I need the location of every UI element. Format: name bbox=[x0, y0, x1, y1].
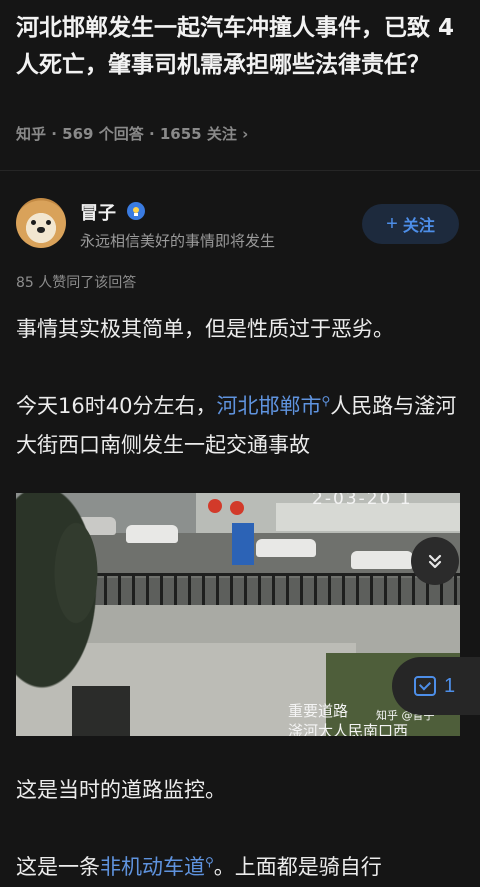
chevron-double-down-icon bbox=[428, 554, 442, 569]
author-bio: 永远相信美好的事情即将发生 bbox=[80, 232, 276, 250]
badge-icon bbox=[127, 202, 145, 220]
question-title[interactable]: 河北邯郸发生一起汽车冲撞人事件，已致 4 人死亡，肇事司机需承担哪些法律责任？ bbox=[16, 10, 464, 84]
collapse-button[interactable] bbox=[411, 537, 459, 585]
term-link[interactable]: 非机动车道⚲ bbox=[100, 855, 214, 879]
follower-count: 1655 关注 bbox=[159, 125, 237, 143]
avatar[interactable] bbox=[16, 198, 66, 248]
avatar-nose bbox=[37, 227, 45, 233]
collect-icon bbox=[414, 676, 436, 696]
location-link[interactable]: 河北邯郸市⚲ bbox=[216, 394, 330, 418]
follow-label: 关注 bbox=[402, 218, 435, 235]
answer-paragraph: 这是当时的道路监控。 bbox=[16, 778, 226, 802]
answer-count: 569 个回答 bbox=[62, 125, 144, 143]
avatar-eye bbox=[31, 220, 36, 225]
search-icon: ⚲ bbox=[205, 855, 214, 869]
search-icon: ⚲ bbox=[321, 394, 331, 408]
collect-button[interactable]: 1 bbox=[392, 657, 480, 715]
video-timestamp: 2-03-20 1 bbox=[312, 493, 413, 509]
question-meta[interactable]: 知乎 · 569 个回答 · 1655 关注 › bbox=[16, 123, 248, 144]
surveillance-video[interactable]: 2-03-20 1 重要道路 滏河大人民南口西 知乎 @冒子 bbox=[16, 493, 460, 736]
chevron-right-icon: › bbox=[242, 125, 249, 143]
answer-paragraph: 事情其实极其简单，但是性质过于恶劣。 bbox=[16, 317, 394, 341]
avatar-eye bbox=[46, 220, 51, 225]
answer-paragraph: 今天16时40分左右，河北邯郸市⚲人民路与滏河大街西口南侧发生一起交通事故 bbox=[16, 394, 457, 457]
site-name: 知乎 bbox=[16, 125, 47, 143]
answer-paragraph: 这是一条非机动车道⚲。上面都是骑自行 bbox=[16, 855, 382, 879]
author-name[interactable]: 冒子 bbox=[80, 199, 116, 225]
plus-icon: + bbox=[386, 213, 398, 235]
divider bbox=[0, 170, 480, 171]
follow-button[interactable]: + 关注 bbox=[362, 204, 459, 244]
collect-count: 1 bbox=[444, 674, 456, 697]
like-count: 85 人赞同了该回答 bbox=[16, 275, 137, 291]
